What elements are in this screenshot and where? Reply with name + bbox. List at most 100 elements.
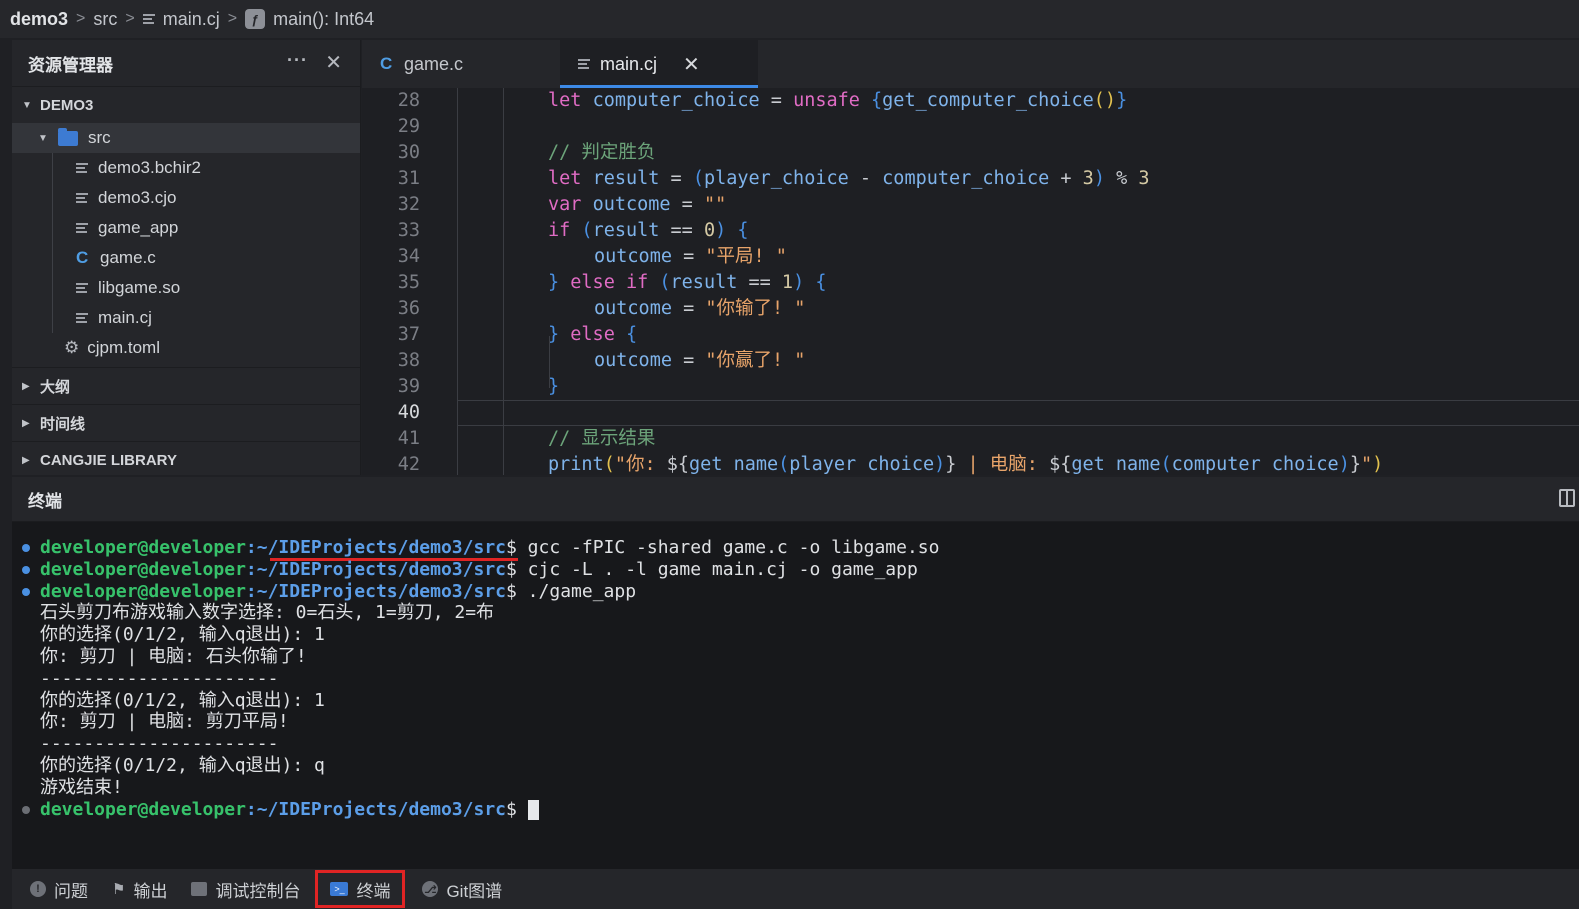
panel-tab-output[interactable]: ⚑ 输出 [100,873,179,905]
section-cangjie-library[interactable]: ▶ CANGJIE LIBRARY [12,442,360,479]
breadcrumb-folder[interactable]: src [93,9,117,30]
tree-file[interactable]: game_app [12,213,360,243]
code-line[interactable]: 34 outcome = "平局! " [362,244,1579,270]
code-line[interactable]: 42 print("你: ${get name(player choice)} |… [362,452,1579,475]
code-token: { [815,272,827,293]
terminal-path: :~/IDEProjects/demo3/src [245,580,506,602]
line-number: 36 [397,298,420,319]
close-tab-icon[interactable]: ✕ [683,52,700,77]
code-token: "平局! " [705,246,787,267]
code-token: } [548,272,560,293]
chevron-right-icon: ▶ [22,454,30,466]
section-outline[interactable]: ▶ 大纲 [12,367,360,405]
terminal-title: 终端 [28,491,62,511]
terminal-output-line: 石头剪刀布游戏输入数字选择: 0=石头, 1=剪刀, 2=布 [40,602,495,624]
code-token: result [592,168,660,189]
tree-file[interactable]: demo3.bchir2 [12,153,360,183]
breadcrumb-symbol[interactable]: main(): Int64 [273,9,374,30]
panel-tab-debug-console[interactable]: 调试控制台 [179,873,312,905]
code-text: outcome = "平局! " [594,244,787,270]
panel-tab-label: 问题 [54,881,88,901]
tree-folder-src[interactable]: ▼ src [12,123,360,153]
panel-tab-git-graph[interactable]: ⎇ Git图谱 [410,873,514,905]
code-token: "" [703,194,727,215]
code-token: == [659,220,704,241]
tree-indent-guide [52,213,53,243]
breadcrumb-file[interactable]: main.cj [163,9,220,30]
code-token: ( [659,272,671,293]
line-number: 31 [397,168,420,189]
split-terminal-icon[interactable] [1559,489,1575,507]
code-token: == [737,272,782,293]
code-token: = [659,168,693,189]
code-line[interactable]: 29 [362,114,1579,140]
code-line[interactable]: 40 [362,400,1579,426]
code-line[interactable]: 33 if (result == 0) { [362,218,1579,244]
line-number: 29 [397,116,420,137]
code-token: "你: [614,454,667,475]
lines-icon [76,311,88,325]
panel-tab-problems[interactable]: ! 问题 [18,873,100,905]
code-token: ) [715,220,727,241]
tree-file[interactable]: libgame.so [12,273,360,303]
code-line[interactable]: 39} [362,374,1579,400]
editor-tabs: C game.c main.cj ✕ [362,40,1579,88]
info-circle-icon: ! [30,881,46,897]
code-token: } [548,324,560,345]
tree-file[interactable]: demo3.cjo [12,183,360,213]
breadcrumb-separator: > [227,10,238,27]
code-line[interactable]: 41 // 显示结果 [362,426,1579,452]
more-actions-icon[interactable]: ··· [287,50,308,71]
terminal-prompt-symbol: $ [506,798,517,820]
terminal-icon: >_ [330,882,349,896]
code-line[interactable]: 37} else { [362,322,1579,348]
code-line[interactable]: 36 outcome = "你输了! " [362,296,1579,322]
breadcrumb-project[interactable]: demo3 [10,9,68,30]
section-root[interactable]: ▼ DEMO3 [12,87,360,123]
file-label: cjpm.toml [87,338,160,357]
close-icon[interactable]: ✕ [325,50,342,75]
code-token: - [848,168,883,189]
section-timeline[interactable]: ▶ 时间线 [12,405,360,442]
code-token: get name [1071,454,1161,475]
code-text: // 判定胜负 [548,140,655,166]
terminal-output-line: 你: 剪刀 | 电脑: 石头你输了! [40,646,307,667]
tree-file-config[interactable]: ⚙ cjpm.toml [12,333,360,363]
code-token: | 电脑: [956,454,1050,475]
terminal-output-line: 游戏结束! [40,776,123,798]
terminal-output-line: ---------------------- [40,733,279,755]
tab-game-c[interactable]: C game.c [362,40,560,88]
code-line[interactable]: 28 let computer_choice = unsafe {get_comp… [362,88,1579,114]
terminal-prompt-line: developer@developer:~/IDEProjects/demo3/… [40,581,636,603]
code-line[interactable]: 30 // 判定胜负 [362,140,1579,166]
code-text: outcome = "你输了! " [594,296,805,322]
code-token: ( [778,454,790,475]
terminal-prompt-symbol: $ [506,537,517,558]
code-token: = [671,350,706,371]
code-area[interactable]: 28 let computer_choice = unsafe {get_comp… [362,88,1579,475]
code-line[interactable]: 35} else if (result == 1) { [362,270,1579,296]
line-number: 42 [397,454,420,475]
folder-label: src [88,128,111,147]
terminal-output-line: 你的选择(0/1/2, 输入q退出): 1 [40,624,325,646]
code-token: + [1049,168,1083,189]
tree-file[interactable]: Cgame.c [12,243,360,273]
code-line[interactable]: 31 let result = (player_choice - computer… [362,166,1579,192]
code-text: } [548,374,559,400]
code-line[interactable]: 38 outcome = "你赢了! " [362,348,1579,374]
terminal-prompt-line: developer@developer:~/IDEProjects/demo3/… [40,537,939,559]
tab-label: game.c [404,53,464,74]
code-token: if [548,220,582,241]
code-line[interactable]: 32 var outcome = "" [362,192,1579,218]
code-token: = [671,298,706,319]
code-text: } else { [548,322,637,348]
tab-main-cj[interactable]: main.cj ✕ [560,40,758,88]
explorer-sidebar: 资源管理器 ··· ✕ ▼ DEMO3 ▼ src demo3.bchir2 de… [12,40,361,479]
tree-file[interactable]: main.cj [12,303,360,333]
panel-tab-terminal[interactable]: >_ 终端 [315,870,406,908]
terminal-input[interactable] [517,799,528,820]
lines-icon [76,161,88,175]
code-text: let result = (player_choice - computer_c… [548,166,1150,192]
file-label: main.cj [98,308,152,327]
